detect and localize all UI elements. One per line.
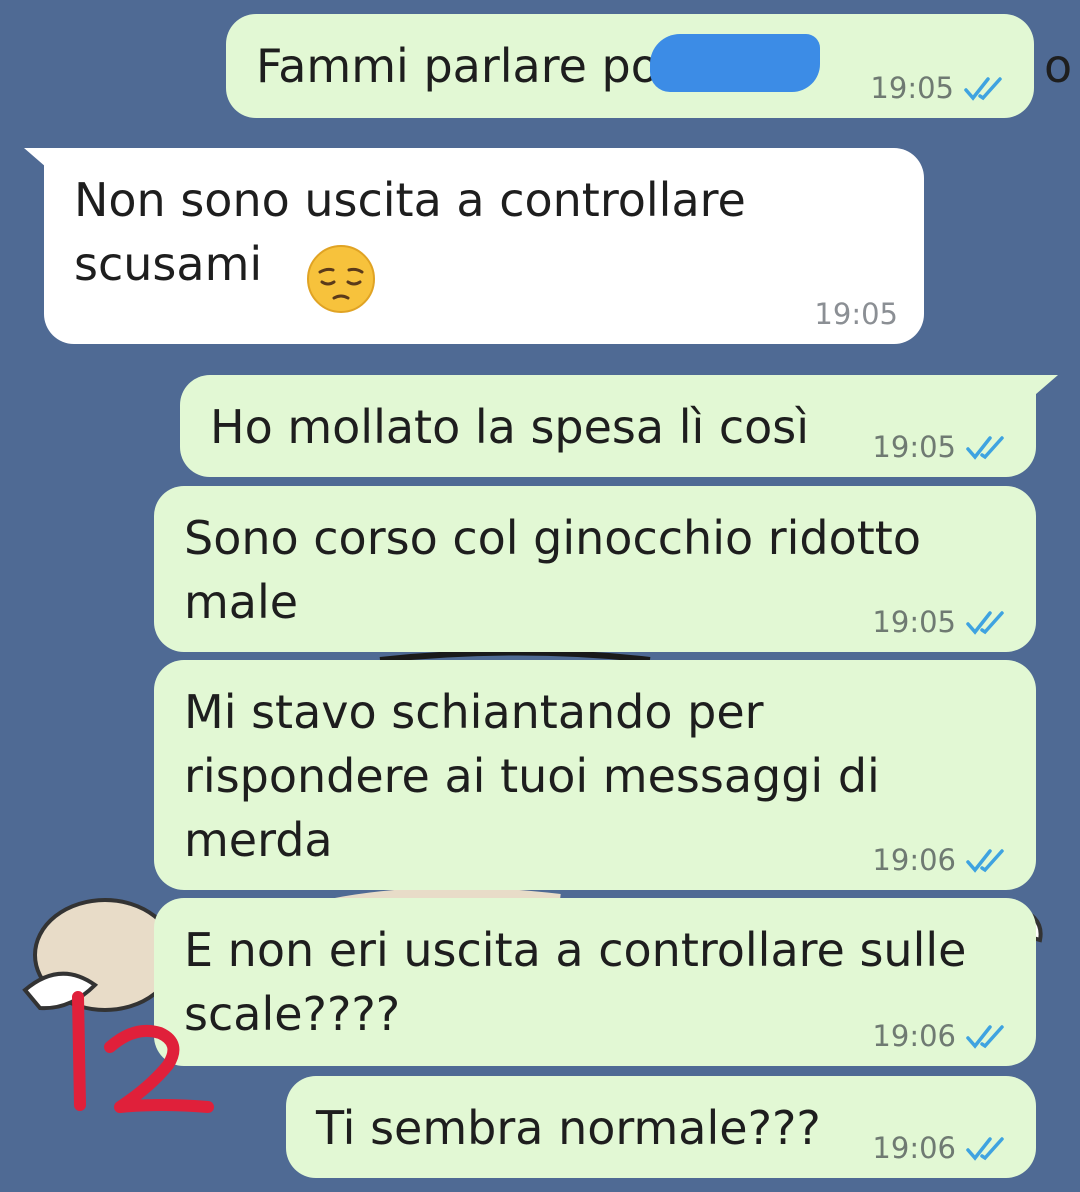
message-time: 19:05 bbox=[814, 297, 898, 331]
message-meta: 19:05 bbox=[870, 70, 1008, 106]
message-text: Non sono uscita a controllare scusami bbox=[74, 173, 746, 291]
bubble-tail bbox=[1028, 375, 1058, 401]
double-check-icon bbox=[966, 1137, 1004, 1161]
message-time: 19:06 bbox=[872, 1131, 956, 1165]
message-meta: 19:05 bbox=[872, 429, 1010, 465]
message-bubble-incoming[interactable]: Non sono uscita a controllare scusami 19… bbox=[24, 148, 924, 344]
message-time: 19:05 bbox=[870, 71, 954, 105]
double-check-icon bbox=[966, 849, 1004, 873]
bubble-tail bbox=[24, 148, 54, 174]
message-bubble-outgoing[interactable]: E non eri uscita a controllare sulle sca… bbox=[154, 898, 1036, 1066]
message-meta: 19:06 bbox=[872, 1130, 1010, 1166]
message-bubble-outgoing[interactable]: Ho mollato la spesa lì così 19:05 bbox=[180, 375, 1058, 477]
message-bubble-outgoing[interactable]: Mi stavo schiantando per rispondere ai t… bbox=[154, 660, 1036, 890]
double-check-icon bbox=[966, 611, 1004, 635]
handwritten-annotation-12 bbox=[72, 991, 214, 1113]
double-check-icon bbox=[966, 1025, 1004, 1049]
message-time: 19:05 bbox=[872, 430, 956, 464]
message-meta: 19:05 bbox=[872, 604, 1010, 640]
message-meta: 19:06 bbox=[872, 1018, 1010, 1054]
double-check-icon bbox=[964, 77, 1002, 101]
message-time: 19:05 bbox=[872, 605, 956, 639]
double-check-icon bbox=[966, 436, 1004, 460]
message-bubble-outgoing[interactable]: Fammi parlare po o 19:05 bbox=[226, 14, 1072, 118]
message-time: 19:06 bbox=[872, 843, 956, 877]
message-bubble-outgoing[interactable]: Ti sembra normale??? 19:06 bbox=[286, 1076, 1036, 1178]
message-meta: 19:05 bbox=[814, 296, 898, 332]
pensive-face-emoji bbox=[307, 245, 375, 313]
message-text-tail: o bbox=[1044, 39, 1073, 93]
message-bubble-outgoing[interactable]: Sono corso col ginocchio ridotto male 19… bbox=[154, 486, 1036, 652]
redaction-scribble bbox=[650, 34, 820, 92]
message-time: 19:06 bbox=[872, 1019, 956, 1053]
message-meta: 19:06 bbox=[872, 842, 1010, 878]
